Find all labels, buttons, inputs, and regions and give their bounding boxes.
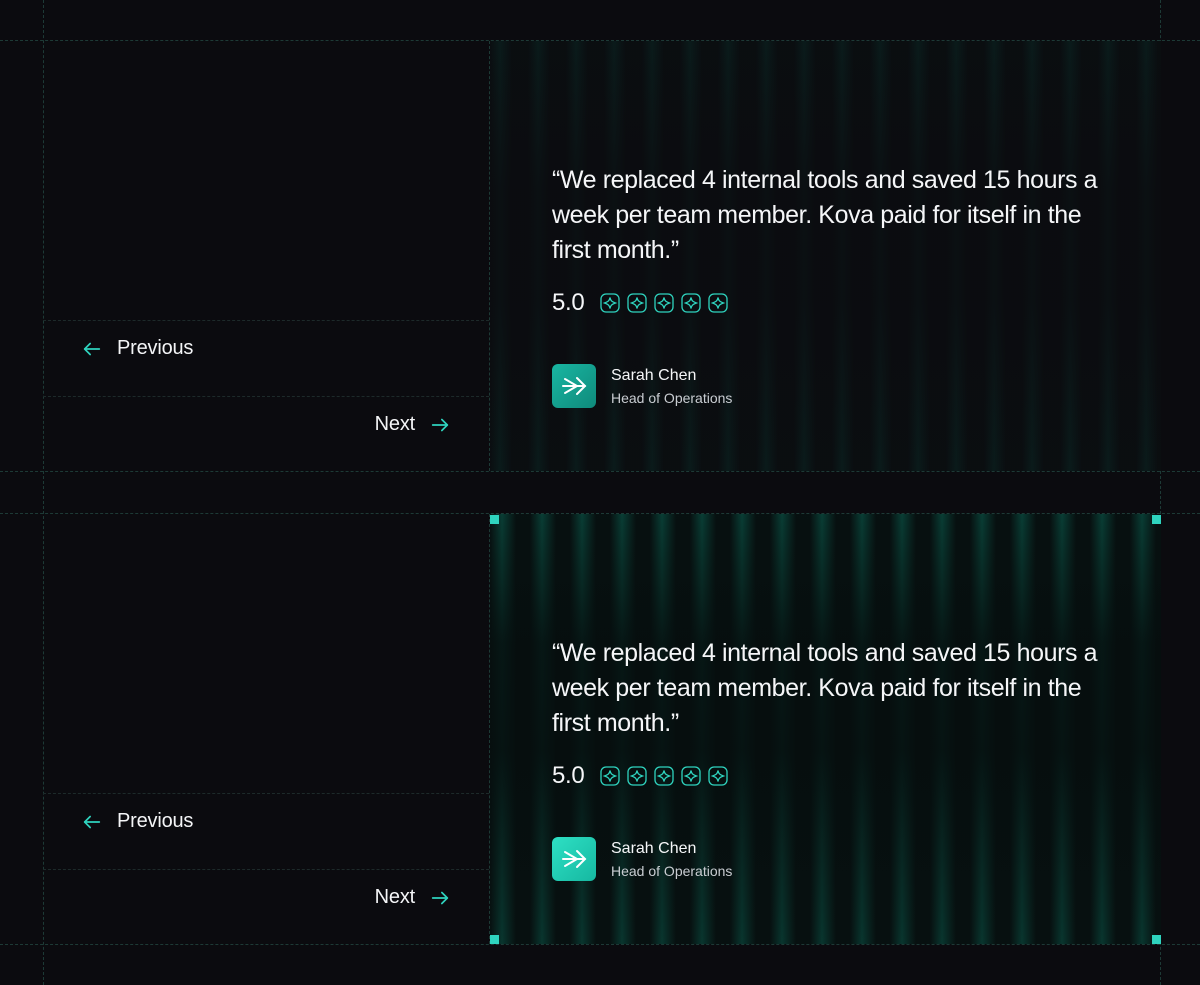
rating-stars xyxy=(600,293,729,313)
previous-label: Previous xyxy=(117,810,194,832)
canvas: Previous Next “We replaced 4 internal to… xyxy=(0,0,1200,985)
next-button[interactable]: Next xyxy=(375,413,451,436)
testimonial-content: “We replaced 4 internal tools and saved … xyxy=(552,163,1112,408)
sparkle-star-icon xyxy=(654,293,675,313)
divider xyxy=(43,320,489,321)
sparkle-star-icon xyxy=(681,293,702,313)
testimonial-quote: “We replaced 4 internal tools and saved … xyxy=(552,166,1098,264)
sparkle-star-icon xyxy=(627,293,648,313)
arrow-burst-logo-icon xyxy=(562,377,587,395)
arrow-right-icon xyxy=(431,418,449,431)
next-label: Next xyxy=(374,886,416,908)
divider xyxy=(43,869,489,870)
arrow-burst-logo-icon xyxy=(562,850,587,868)
arrow-left-icon xyxy=(83,342,101,355)
selection-handle-top-right[interactable] xyxy=(1152,515,1161,524)
divider xyxy=(43,793,489,794)
sparkle-star-icon xyxy=(654,766,675,786)
testimonial-content: “We replaced 4 internal tools and saved … xyxy=(552,636,1112,881)
sparkle-star-icon xyxy=(600,766,621,786)
rating-value: 5.0 xyxy=(552,289,585,316)
arrow-right-icon xyxy=(431,891,449,904)
sparkle-star-icon xyxy=(708,766,729,786)
selection-handle-top-left[interactable] xyxy=(490,515,499,524)
avatar xyxy=(552,837,596,881)
rating-stars xyxy=(600,766,729,786)
testimonial-panel: “We replaced 4 internal tools and saved … xyxy=(490,41,1161,471)
author-name: Sarah Chen xyxy=(611,839,697,857)
arrow-left-icon xyxy=(83,815,101,828)
author-details: Sarah Chen Head of Operations xyxy=(611,840,732,879)
testimonial-quote: “We replaced 4 internal tools and saved … xyxy=(552,639,1098,737)
avatar xyxy=(552,364,596,408)
testimonial-card-default: Previous Next “We replaced 4 internal to… xyxy=(43,41,1161,471)
author-role: Head of Operations xyxy=(611,389,733,406)
testimonial-nav: Previous Next xyxy=(43,514,489,944)
previous-button[interactable]: Previous xyxy=(81,810,193,833)
testimonial-card-selected: Previous Next “We replaced 4 internal to… xyxy=(43,514,1161,944)
divider xyxy=(43,396,489,397)
author-role: Head of Operations xyxy=(611,862,733,879)
testimonial-author: Sarah Chen Head of Operations xyxy=(552,837,1112,881)
rating: 5.0 xyxy=(552,288,1112,318)
selection-handle-bottom-left[interactable] xyxy=(490,935,499,944)
rating: 5.0 xyxy=(552,761,1112,791)
author-name: Sarah Chen xyxy=(611,366,697,384)
testimonial-author: Sarah Chen Head of Operations xyxy=(552,364,1112,408)
sparkle-star-icon xyxy=(708,293,729,313)
guide-line xyxy=(0,944,1200,945)
testimonial-nav: Previous Next xyxy=(43,41,489,471)
testimonial-panel[interactable]: “We replaced 4 internal tools and saved … xyxy=(490,514,1161,944)
sparkle-star-icon xyxy=(681,766,702,786)
previous-button[interactable]: Previous xyxy=(81,337,193,360)
sparkle-star-icon xyxy=(627,766,648,786)
next-button[interactable]: Next xyxy=(375,886,451,909)
rating-value: 5.0 xyxy=(552,762,585,789)
sparkle-star-icon xyxy=(600,293,621,313)
selection-handle-bottom-right[interactable] xyxy=(1152,935,1161,944)
previous-label: Previous xyxy=(117,337,194,359)
guide-line xyxy=(0,471,1200,472)
author-details: Sarah Chen Head of Operations xyxy=(611,367,732,406)
next-label: Next xyxy=(374,413,416,435)
